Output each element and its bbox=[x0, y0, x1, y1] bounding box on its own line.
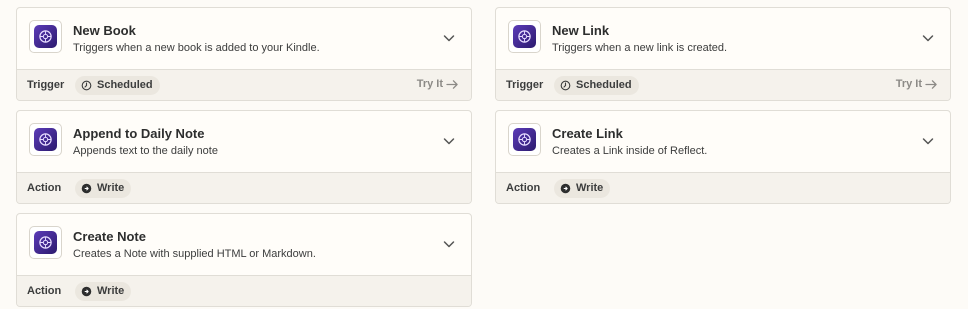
card-title: New Book bbox=[73, 23, 136, 38]
card-create-note: Create Note Creates a Note with supplied… bbox=[16, 213, 472, 307]
write-icon bbox=[560, 183, 571, 193]
card-new-book: New Book Triggers when a new book is add… bbox=[16, 7, 472, 101]
card-new-link: New Link Triggers when a new link is cre… bbox=[495, 7, 951, 101]
card-description: Creates a Note with supplied HTML or Mar… bbox=[73, 248, 316, 260]
card-footer: Action Write bbox=[496, 172, 950, 203]
card-create-link: Create Link Creates a Link inside of Ref… bbox=[495, 110, 951, 204]
card-append-to-daily-note: Append to Daily Note Appends text to the… bbox=[16, 110, 472, 204]
left-column: New Book Triggers when a new book is add… bbox=[16, 7, 472, 309]
card-header-new-book[interactable]: New Book Triggers when a new book is add… bbox=[17, 8, 471, 69]
card-kind-label: Trigger bbox=[506, 79, 544, 91]
card-footer: Trigger Scheduled Try It bbox=[17, 69, 471, 100]
badge-label: Scheduled bbox=[97, 79, 153, 91]
reflect-app-icon bbox=[29, 20, 62, 53]
card-title: Append to Daily Note bbox=[73, 126, 205, 141]
card-kind-label: Trigger bbox=[27, 79, 65, 91]
card-title: New Link bbox=[552, 23, 610, 38]
write-icon bbox=[81, 183, 92, 193]
status-badge: Write bbox=[554, 178, 611, 198]
reflect-app-icon bbox=[29, 226, 62, 259]
try-it-button[interactable]: Try It bbox=[417, 78, 459, 90]
card-description: Triggers when a new link is created. bbox=[552, 42, 728, 54]
status-badge: Scheduled bbox=[554, 75, 639, 95]
arrow-right-icon bbox=[446, 79, 458, 89]
status-badge: Write bbox=[75, 281, 132, 301]
status-badge: Write bbox=[75, 178, 132, 198]
chevron-down-icon[interactable] bbox=[920, 133, 936, 149]
chevron-down-icon[interactable] bbox=[441, 133, 457, 149]
reflect-app-icon bbox=[29, 123, 62, 156]
card-header-new-link[interactable]: New Link Triggers when a new link is cre… bbox=[496, 8, 950, 69]
card-title: Create Note bbox=[73, 229, 146, 244]
clock-icon bbox=[81, 80, 92, 90]
card-footer: Action Write bbox=[17, 172, 471, 203]
badge-label: Write bbox=[576, 182, 604, 194]
badge-label: Write bbox=[97, 182, 125, 194]
card-kind-label: Action bbox=[27, 182, 62, 194]
card-header-create-link[interactable]: Create Link Creates a Link inside of Ref… bbox=[496, 111, 950, 172]
clock-icon bbox=[560, 80, 571, 90]
try-it-label: Try It bbox=[895, 78, 922, 90]
try-it-label: Try It bbox=[416, 78, 443, 90]
try-it-button[interactable]: Try It bbox=[896, 78, 938, 90]
arrow-right-icon bbox=[925, 79, 937, 89]
badge-label: Write bbox=[97, 285, 125, 297]
card-description: Creates a Link inside of Reflect. bbox=[552, 145, 708, 157]
card-kind-label: Action bbox=[27, 285, 62, 297]
chevron-down-icon[interactable] bbox=[441, 236, 457, 252]
badge-label: Scheduled bbox=[576, 79, 632, 91]
card-footer: Action Write bbox=[17, 275, 471, 306]
card-title: Create Link bbox=[552, 126, 623, 141]
write-icon bbox=[81, 286, 92, 296]
card-description: Triggers when a new book is added to you… bbox=[73, 42, 320, 54]
card-description: Appends text to the daily note bbox=[73, 145, 218, 157]
status-badge: Scheduled bbox=[75, 75, 160, 95]
right-column: New Link Triggers when a new link is cre… bbox=[495, 7, 951, 213]
reflect-app-icon bbox=[508, 123, 541, 156]
chevron-down-icon[interactable] bbox=[441, 30, 457, 46]
card-footer: Trigger Scheduled Try It bbox=[496, 69, 950, 100]
card-header-create-note[interactable]: Create Note Creates a Note with supplied… bbox=[17, 214, 471, 275]
card-header-append-to-daily-note[interactable]: Append to Daily Note Appends text to the… bbox=[17, 111, 471, 172]
reflect-app-icon bbox=[508, 20, 541, 53]
card-kind-label: Action bbox=[506, 182, 541, 194]
chevron-down-icon[interactable] bbox=[920, 30, 936, 46]
